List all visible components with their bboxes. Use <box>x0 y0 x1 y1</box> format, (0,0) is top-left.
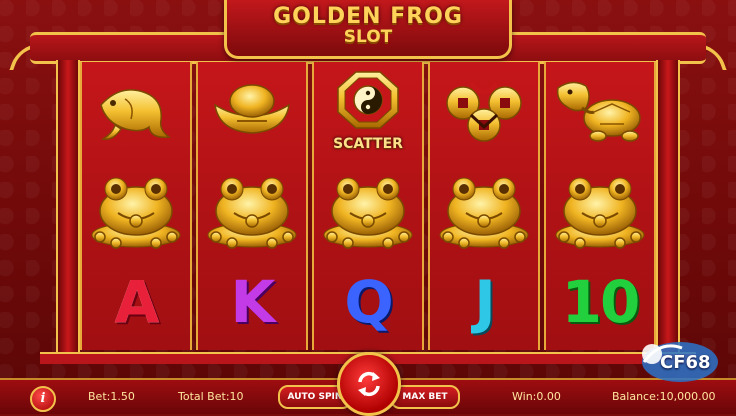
letter-q-symbol: Q <box>314 254 422 350</box>
golden-frog-symbol <box>198 158 306 254</box>
letter-j-symbol: J <box>430 254 538 350</box>
letter-q-text: Q <box>344 268 393 336</box>
letter-k-symbol: K <box>198 254 306 350</box>
reel-2: K <box>196 62 308 350</box>
letter-j-text: J <box>474 268 496 336</box>
watermark-logo: CF68 <box>630 334 722 396</box>
dragon-turtle-icon <box>556 81 641 142</box>
koi-fish-icon <box>100 89 172 141</box>
yin-yang-icon <box>337 71 399 129</box>
gold-ingot-icon <box>214 84 290 134</box>
right-pillar <box>656 60 680 360</box>
golden-frog-icon <box>91 177 181 249</box>
title-plaque: GOLDEN FROG SLOT <box>224 0 512 59</box>
scatter-symbol: SCATTER <box>314 62 422 158</box>
golden-frog-icon <box>439 177 529 249</box>
chinese-coins-symbol <box>430 62 538 158</box>
golden-frog-icon <box>555 177 645 249</box>
game-subtitle: SLOT <box>343 27 393 47</box>
watermark-text: CF68 <box>660 352 711 373</box>
reel-3: SCATTER Q <box>312 62 424 350</box>
letter-10-text: 10 <box>561 268 641 336</box>
reel-5: 10 <box>544 62 656 350</box>
letter-a-symbol: A <box>82 254 190 350</box>
golden-frog-symbol <box>314 158 422 254</box>
dragon-turtle-symbol <box>546 62 654 158</box>
bet-label: Bet:1.50 <box>88 390 135 403</box>
koi-fish-symbol <box>82 62 190 158</box>
scatter-label: SCATTER <box>333 136 403 152</box>
reel-4: J <box>428 62 540 350</box>
letter-k-text: K <box>230 268 276 336</box>
refresh-arrows-icon <box>358 371 380 397</box>
letter-a-text: A <box>114 268 160 336</box>
game-title: GOLDEN FROG <box>273 4 463 29</box>
reel-grid: A K SCATTER Q J 10 <box>80 62 656 350</box>
gold-ingot-symbol <box>198 62 306 158</box>
spin-button[interactable] <box>337 352 401 416</box>
info-button[interactable]: i <box>30 386 56 412</box>
golden-frog-symbol <box>82 158 190 254</box>
golden-frog-symbol <box>430 158 538 254</box>
win-label: Win:0.00 <box>512 390 561 403</box>
golden-frog-icon <box>323 177 413 249</box>
golden-frog-symbol <box>546 158 654 254</box>
golden-frog-icon <box>207 177 297 249</box>
total-bet-label: Total Bet:10 <box>178 390 244 403</box>
left-pillar <box>56 60 80 360</box>
chinese-coins-icon <box>446 81 522 142</box>
reel-1: A <box>80 62 192 350</box>
